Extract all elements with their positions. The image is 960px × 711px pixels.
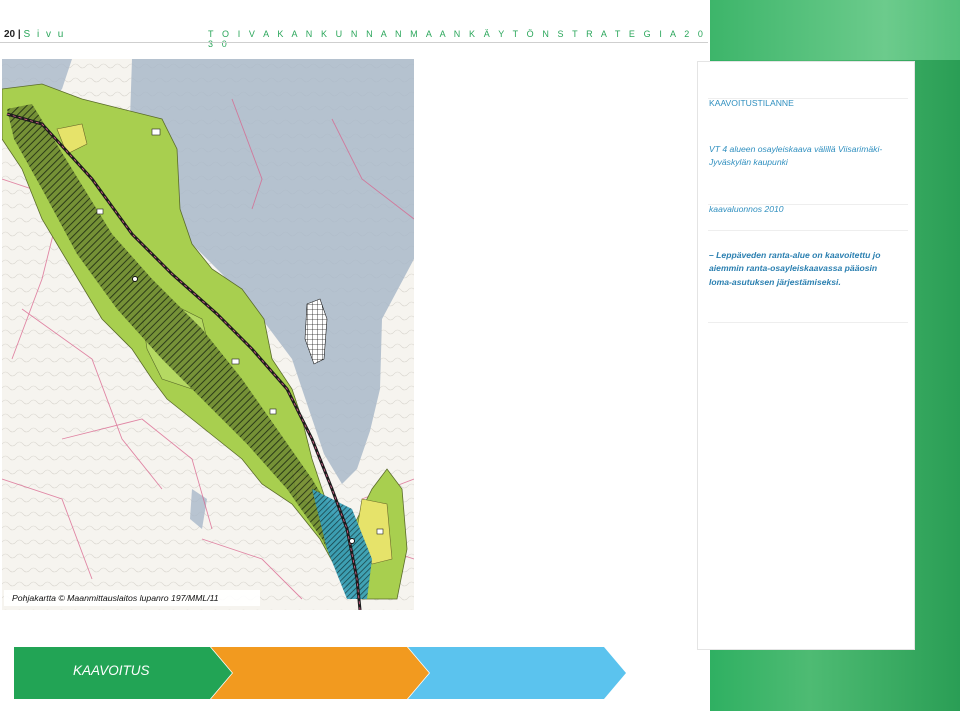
page-number: 20 (4, 29, 16, 40)
plan-status: kaavaluonnos 2010 (709, 204, 784, 214)
page-number-area: 20 | S i v u (4, 29, 65, 40)
page-separator: | (17, 29, 21, 40)
panel-rule (708, 230, 908, 231)
header-divider (0, 42, 708, 43)
nav-arrow-orange[interactable] (211, 647, 441, 699)
nav-label-kaavoitus: KAAVOITUS (73, 663, 150, 678)
nav-arrow-blue[interactable] (408, 647, 638, 699)
plan-name-line-1: VT 4 alueen osayleiskaava välillä Viisar… (709, 144, 883, 154)
side-band-top (710, 0, 960, 60)
zoning-map (2, 59, 414, 610)
panel-note-line-1: – Leppäveden ranta-alue on kaavoitettu j… (709, 250, 881, 260)
document-title: T O I V A K A N K U N N A N M A A N K Ä … (208, 29, 707, 49)
zoning-map-drawing (2, 59, 414, 610)
panel-note-line-3: loma-asutuksen järjestämiseksi. (709, 277, 841, 287)
panel-rule (708, 322, 908, 323)
page-word: S i v u (23, 29, 66, 40)
panel-note-line-2: aiemmin ranta-osayleiskaavassa pääosin (709, 263, 878, 273)
panel-heading: KAAVOITUSTILANNE (709, 98, 794, 108)
plan-name-line-2: Jyväskylän kaupunki (709, 157, 788, 167)
map-credit: Pohjakartta © Maanmittauslaitos lupanro … (4, 590, 260, 606)
